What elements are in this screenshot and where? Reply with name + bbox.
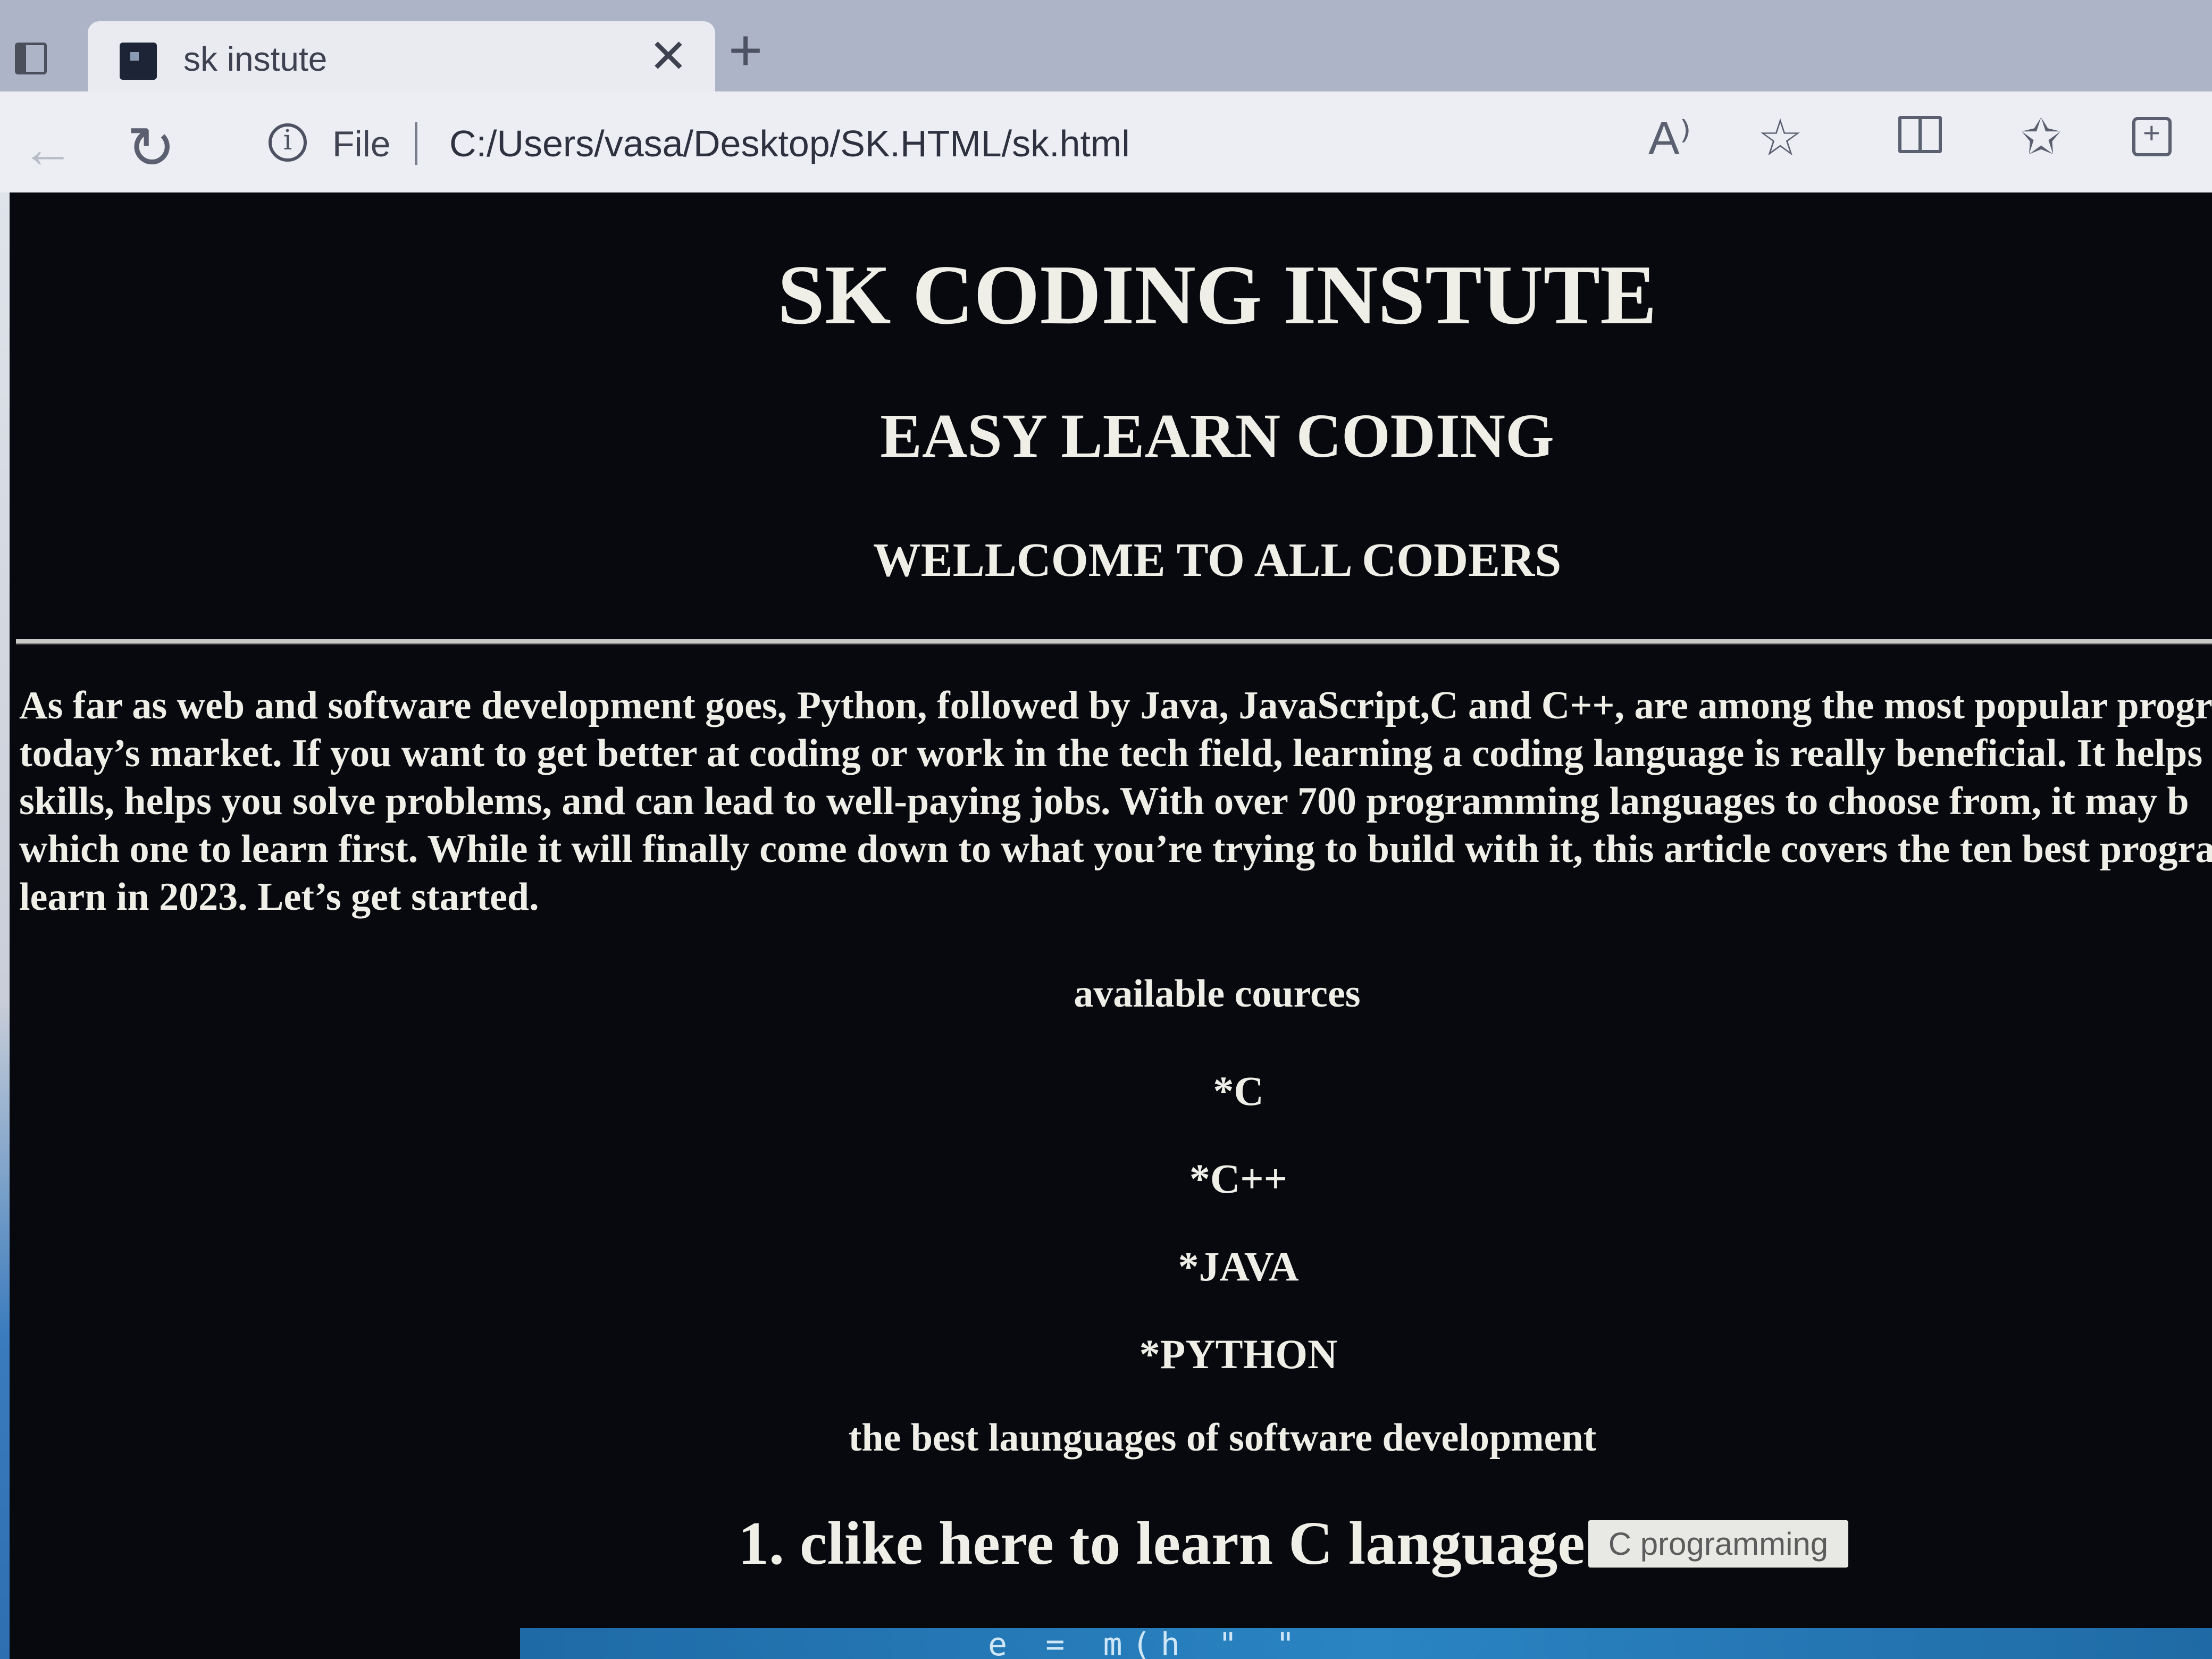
paragraph-line: which one to learn first. While it will … [19,827,2212,871]
languages-caption: the best launguages of software developm… [848,1416,1597,1460]
c-language-row: 1. clike here to learn C language C progr… [738,1509,1849,1579]
c-language-heading: 1. clike here to learn C language [738,1510,1585,1578]
favicon-icon [120,43,157,80]
page-content: SK CODING INSTUTE EASY LEARN CODING WELL… [10,192,2212,1659]
close-tab-icon[interactable]: ✕ [649,33,688,80]
paragraph-line: As far as web and software development g… [19,684,2212,727]
paragraph-line: learn in 2023. Let’s get started. [19,875,539,919]
course-item-c: *C [1213,1068,1264,1114]
code-image: e = m(h " " [520,1626,2212,1659]
courses-heading: available cources [1074,972,1361,1016]
address-separator [415,122,417,165]
back-arrow-icon[interactable]: ← [21,122,74,175]
course-item-python: *PYTHON [1139,1331,1338,1377]
browser-tab[interactable]: sk instute ✕ [88,21,715,93]
favorite-star-icon[interactable]: ☆ [1757,113,1803,164]
c-programming-button[interactable]: C programming [1588,1520,1849,1568]
horizontal-rule [16,639,2212,644]
collections-icon[interactable] [2132,117,2172,156]
course-item-cpp: *C++ [1189,1155,1288,1202]
info-icon[interactable]: i [269,123,307,162]
course-item-java: *JAVA [1178,1243,1299,1289]
image-code-glyphs: e = m(h " " [988,1626,1305,1659]
welcome-heading: WELLCOME TO ALL CODERS [873,534,1562,586]
paragraph-line: skills, helps you solve problems, and ca… [19,780,2189,823]
site-info-label[interactable]: File [332,123,391,165]
read-aloud-icon[interactable]: A⁾ [1648,115,1691,162]
split-screen-icon[interactable] [1898,116,1942,153]
tab-title: sk instute [183,40,328,78]
new-tab-icon[interactable]: + [728,21,763,80]
tab-actions-icon[interactable] [15,43,47,74]
tab-strip: sk instute ✕ + [0,0,2212,93]
intro-paragraph: As far as web and software development g… [19,682,2212,921]
paragraph-line: today’s market. If you want to get bette… [19,732,2203,775]
favorites-list-icon[interactable]: ✩ [2021,113,2062,162]
address-bar[interactable]: C:/Users/vasa/Desktop/SK.HTML/sk.html [449,122,1130,165]
page-subheading: EASY LEARN CODING [880,401,1554,471]
reload-icon[interactable]: ↻ [127,119,175,178]
browser-toolbar: ← ↻ i File C:/Users/vasa/Desktop/SK.HTML… [0,91,2212,192]
page-title: SK CODING INSTUTE [777,247,1657,342]
